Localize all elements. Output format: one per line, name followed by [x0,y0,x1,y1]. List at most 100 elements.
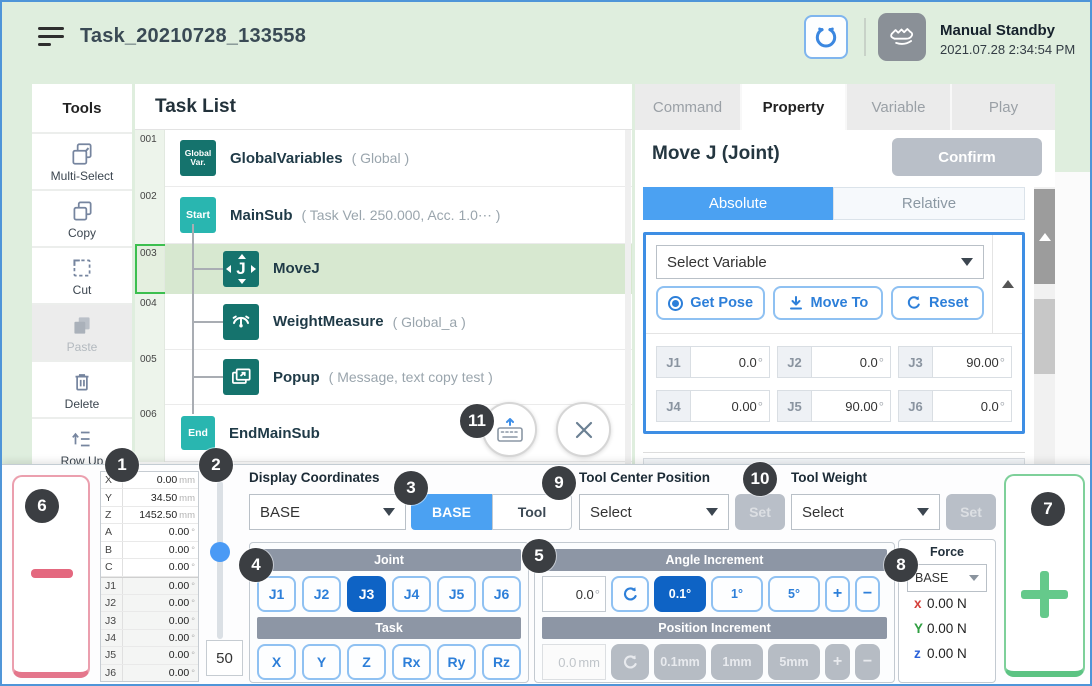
joint-field-j3[interactable]: J3 90.00° [898,346,1012,378]
tcp-dropdown[interactable]: Select [579,494,729,530]
position-plus-button: + [825,644,850,680]
hand-icon [887,22,917,52]
chevron-down-icon [383,508,395,516]
app-window: Task_20210728_133558 Manual Stand [0,0,1092,686]
tool-multi-select[interactable]: Multi-Select [32,134,132,189]
force-y-row: Y 0.00 N [899,621,995,646]
manual-mode-button[interactable] [878,13,926,61]
tab-property[interactable]: Property [740,84,845,130]
command-title: Move J (Joint) [652,143,780,165]
command-detail: ( Global_a ) [393,314,466,330]
jog-button-rx[interactable]: Rx [392,644,431,680]
row-number: 002 [135,187,165,244]
callout-9: 9 [542,466,576,500]
gripper-button[interactable] [804,15,848,59]
display-coordinates-dropdown[interactable]: BASE [249,494,406,530]
variable-dropdown[interactable]: Select Variable [656,245,984,279]
tool-weight-dropdown[interactable]: Select [791,494,940,530]
movej-icon: J [223,251,259,287]
jog-button-rz[interactable]: Rz [482,644,521,680]
row-number: 005 [135,350,165,405]
right-gutter [1055,172,1092,464]
axis-jog-box: Joint J1 J2 J3 J4 J5 J6 Task X Y Z Rx Ry… [249,542,529,683]
command-name: WeightMeasure [273,313,384,330]
tool-delete[interactable]: Delete [32,362,132,417]
jog-button-j4[interactable]: J4 [392,576,431,612]
position-step-1: 1mm [711,644,763,680]
tool-copy[interactable]: Copy [32,191,132,246]
hamburger-menu-icon[interactable] [38,27,64,46]
collapse-button[interactable] [992,235,1022,333]
joint-field-j4[interactable]: J4 0.00° [656,390,770,422]
position-step-5: 5mm [768,644,820,680]
relative-tab[interactable]: Relative [833,187,1025,220]
jog-button-j2[interactable]: J2 [302,576,341,612]
position-minus-button: − [855,644,880,680]
keyboard-icon [495,416,525,444]
speed-slider-thumb[interactable] [210,542,230,562]
jog-button-j1[interactable]: J1 [257,576,296,612]
task-row-globalvariables[interactable]: 001 Global Var. GlobalVariables ( Global… [135,130,632,187]
speed-value[interactable]: 50 [206,640,243,676]
tcp-label: Tool Center Position [579,470,710,485]
tab-command[interactable]: Command [635,84,740,130]
scrollbar-thumb[interactable] [1034,189,1055,284]
joint-field-j5[interactable]: J5 90.00° [777,390,891,422]
jog-button-y[interactable]: Y [302,644,341,680]
chevron-up-icon [238,254,246,259]
jog-button-j3[interactable]: J3 [347,576,386,612]
close-button[interactable] [556,402,611,457]
force-z-row: z 0.00 N [899,646,995,671]
jog-button-j6[interactable]: J6 [482,576,521,612]
right-panel-tabs: Command Property Variable Play [635,84,1055,130]
right-panel-scrollbar[interactable] [1034,187,1055,464]
tools-header: Tools [32,84,132,132]
reset-button[interactable]: Reset [891,286,984,320]
callout-4: 4 [239,548,273,582]
angle-reset-button[interactable] [611,576,649,612]
popup-icon [223,359,259,395]
position-increment-header: Position Increment [542,617,887,639]
row-up-icon [69,426,95,452]
chevron-down-icon [238,279,246,284]
command-name: GlobalVariables [230,150,343,167]
jog-button-ry[interactable]: Ry [437,644,476,680]
angle-step-01[interactable]: 0.1° [654,576,706,612]
angle-increment-input[interactable]: 0.0° [542,576,606,612]
task-row-mainsub[interactable]: 002 Start MainSub ( Task Vel. 250.000, A… [135,187,632,244]
download-arrow-icon [788,295,804,311]
angle-plus-button[interactable]: + [825,576,850,612]
absolute-tab[interactable]: Absolute [643,187,833,220]
tool-label: Cut [73,283,92,297]
tab-variable[interactable]: Variable [845,84,950,130]
task-list-scrollbar[interactable] [625,130,631,464]
move-to-button[interactable]: Move To [773,286,882,320]
task-header: Task [257,617,521,639]
chevron-down-icon [706,508,718,516]
get-pose-button[interactable]: Get Pose [656,286,765,320]
jog-button-x[interactable]: X [257,644,296,680]
chevron-down-icon [969,575,979,581]
page-title: Task_20210728_133558 [80,25,306,48]
triangle-up-icon [1002,280,1014,288]
angle-step-5[interactable]: 5° [768,576,820,612]
plus-icon [1040,571,1049,618]
joint-field-j1[interactable]: J1 0.0° [656,346,770,378]
confirm-button[interactable]: Confirm [892,138,1042,176]
command-name: EndMainSub [229,425,320,442]
force-frame-dropdown[interactable]: BASE [907,564,987,592]
joint-field-j6[interactable]: J6 0.0° [898,390,1012,422]
callout-8: 8 [884,548,918,582]
tool-label: Delete [65,397,100,411]
jog-button-j5[interactable]: J5 [437,576,476,612]
tool-cut[interactable]: Cut [32,248,132,303]
angle-step-1[interactable]: 1° [711,576,763,612]
tree-connector [192,321,223,323]
triangle-up-icon [1039,233,1051,241]
tab-play[interactable]: Play [950,84,1055,130]
angle-minus-button[interactable]: − [855,576,880,612]
joint-field-j2[interactable]: J2 0.0° [777,346,891,378]
pose-editor-box: Select Variable Get Pose [643,232,1025,434]
jog-button-z[interactable]: Z [347,644,386,680]
scrollbar-thumb-secondary[interactable] [1034,299,1055,374]
